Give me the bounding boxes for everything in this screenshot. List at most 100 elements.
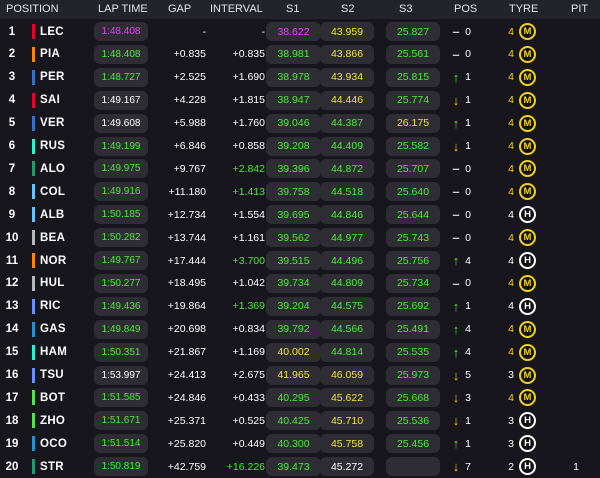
sector-2-time: 45.710 (320, 411, 374, 431)
position-number: 20 (5, 460, 19, 473)
pit-count (570, 157, 582, 180)
sector-1-time: 39.046 (266, 113, 321, 133)
sector-1-time: 39.734 (266, 273, 321, 293)
lap-time: 1:50.351 (94, 342, 148, 362)
interval-value: +1.413 (232, 185, 265, 198)
table-row[interactable]: 11 NOR 1:49.767 +17.444 +3.700 39.515 44.496 25… (0, 249, 600, 272)
team-color-bar (32, 367, 35, 383)
pit-count (570, 249, 582, 272)
tyre-age: 3 (508, 414, 514, 427)
team-color-bar (32, 138, 35, 154)
table-row[interactable]: 14 GAS 1:49.849 +20.698 +0.834 39.792 44.566 25… (0, 318, 600, 341)
position-change-value: 0 (465, 231, 471, 244)
sector-3-time: 25.582 (386, 136, 440, 156)
team-color-bar (32, 390, 35, 406)
sector-3-time (386, 457, 440, 477)
tyre-compound-icon: M (519, 343, 536, 361)
team-color-bar (32, 161, 35, 177)
position-number: 15 (5, 346, 19, 359)
position-change-arrow-icon: – (452, 230, 460, 246)
sector-2-time: 44.814 (320, 342, 374, 362)
team-color-bar (32, 436, 35, 452)
table-row[interactable]: 3 PER 1:48.727 +2.525 +1.690 38.978 43.934 25.8… (0, 66, 600, 89)
sector-2-time: 44.387 (320, 113, 374, 133)
lap-time: 1:48.408 (94, 44, 148, 64)
position-change-value: 0 (465, 25, 471, 38)
gap-value: +21.867 (167, 346, 206, 359)
tyre-compound-icon: M (519, 114, 536, 132)
interval-value: +1.690 (232, 71, 265, 84)
table-row[interactable]: 4 SAI 1:49.167 +4.228 +1.815 38.947 44.446 25.7… (0, 89, 600, 112)
position-number: 18 (5, 414, 19, 427)
sector-3-time: 25.640 (386, 182, 440, 202)
interval-value: +2.675 (232, 369, 265, 382)
position-number: 7 (8, 162, 16, 175)
pit-count (570, 226, 582, 249)
header-s1: S1 (286, 3, 300, 15)
header-tyre: TYRE (509, 3, 539, 15)
driver-code: COL (40, 185, 66, 198)
gap-value: +6.846 (173, 140, 206, 153)
position-change-arrow-icon: ↑ (452, 298, 460, 314)
driver-code: RUS (40, 140, 66, 153)
sector-2-time: 44.872 (320, 159, 374, 179)
sector-1-time: 40.425 (266, 411, 321, 431)
position-change-value: 1 (465, 300, 471, 313)
position-change-arrow-icon: ↓ (452, 390, 460, 406)
table-row[interactable]: 13 RIC 1:49.436 +19.864 +1.369 39.204 44.575 25… (0, 295, 600, 318)
tyre-age: 4 (508, 391, 514, 404)
position-change-value: 5 (465, 369, 471, 382)
driver-code: RIC (40, 300, 61, 313)
pit-count (570, 89, 582, 112)
position-number: 17 (5, 391, 19, 404)
position-change-arrow-icon: ↑ (452, 321, 460, 337)
tyre-age: 4 (508, 300, 514, 313)
table-row[interactable]: 19 OCO 1:51.514 +25.820 +0.449 40.300 45.758 25… (0, 432, 600, 455)
driver-code: VER (40, 117, 65, 130)
position-change-value: 0 (465, 162, 471, 175)
sector-2-time: 44.409 (320, 136, 374, 156)
sector-3-time: 25.815 (386, 67, 440, 87)
sector-3-time: 25.743 (386, 228, 440, 248)
gap-value: +20.698 (167, 323, 206, 336)
table-row[interactable]: 18 ZHO 1:51.671 +25.371 +0.525 40.425 45.710 25… (0, 409, 600, 432)
table-row[interactable]: 9 ALB 1:50.185 +12.734 +1.554 39.695 44.846 25.… (0, 203, 600, 226)
position-change-arrow-icon: ↑ (452, 115, 460, 131)
tyre-compound-icon: M (519, 389, 536, 407)
table-row[interactable]: 16 TSU 1:53.997 +24.413 +2.675 41.965 46.059 25… (0, 364, 600, 387)
driver-code: PER (40, 71, 65, 84)
position-change-value: 7 (465, 460, 471, 473)
sector-1-time: 39.204 (266, 296, 321, 316)
position-change-arrow-icon: ↑ (452, 69, 460, 85)
tyre-age: 3 (508, 437, 514, 450)
table-row[interactable]: 5 VER 1:49.608 +5.988 +1.760 39.046 44.387 26.1… (0, 112, 600, 135)
table-row[interactable]: 1 LEC 1:48.408- -38.622 43.959 25.827–0 4 M (0, 20, 600, 43)
position-number: 1 (8, 25, 16, 38)
tyre-age: 4 (508, 277, 514, 290)
position-number: 16 (5, 369, 19, 382)
header-interval: INTERVAL (210, 3, 263, 15)
position-change-value: 0 (465, 208, 471, 221)
sector-1-time: 40.300 (266, 434, 321, 454)
table-row[interactable]: 12 HUL 1:50.277 +18.495 +1.042 39.734 44.809 25… (0, 272, 600, 295)
table-row[interactable]: 20 STR 1:50.819 +42.759 +16.226 39.473 45.272 ↓… (0, 455, 600, 478)
table-row[interactable]: 15 HAM 1:50.351 +21.867 +1.169 40.002 44.814 25… (0, 341, 600, 364)
sector-2-time: 43.866 (320, 44, 374, 64)
table-row[interactable]: 7 ALO 1:49.975 +9.767 +2.842 39.396 44.872 25.7… (0, 157, 600, 180)
table-row[interactable]: 17 BOT 1:51.585 +24.846 +0.433 40.295 45.622 25… (0, 386, 600, 409)
position-change-arrow-icon: ↓ (452, 138, 460, 154)
table-row[interactable]: 10 BEA 1:50.282 +13.744 +1.161 39.562 44.977 25… (0, 226, 600, 249)
gap-value: +2.525 (173, 71, 206, 84)
table-row[interactable]: 8 COL 1:49.916 +11.180 +1.413 39.758 44.518 25.… (0, 180, 600, 203)
position-change-value: 4 (465, 254, 471, 267)
table-row[interactable]: 2 PIA 1:48.408 +0.835 +0.835 38.981 43.866 25.5… (0, 43, 600, 66)
interval-value: +1.760 (232, 117, 265, 130)
table-row[interactable]: 6 RUS 1:49.199 +6.846 +0.858 39.208 44.409 25.5… (0, 135, 600, 158)
sector-1-time: 39.758 (266, 182, 321, 202)
tyre-compound-icon: H (519, 206, 536, 224)
position-change-arrow-icon: – (452, 24, 460, 40)
interval-value: +1.815 (232, 94, 265, 107)
timing-board: POSITION LAP TIME GAP INTERVAL S1 S2 S3 … (0, 0, 600, 478)
team-color-bar (32, 459, 35, 475)
sector-2-time: 44.809 (320, 273, 374, 293)
